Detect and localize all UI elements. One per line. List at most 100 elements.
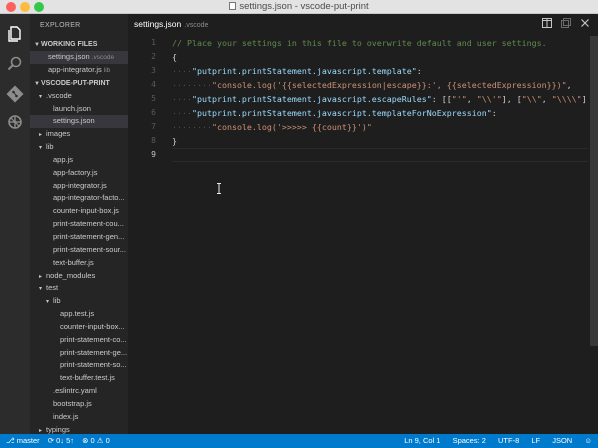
file-item[interactable]: print-statement-co...: [30, 334, 128, 347]
code-token-key: "putprint.printStatement.javascript.temp…: [191, 108, 492, 118]
chevron-right-icon: ▸: [39, 132, 43, 139]
code-token-punct: ,: [541, 94, 552, 104]
code-line[interactable]: }: [172, 134, 588, 148]
folder-item[interactable]: ▸ node_modules: [30, 270, 128, 283]
file-item[interactable]: bootstrap.js: [30, 398, 128, 411]
code-token-punct: : [[: [431, 94, 452, 104]
folder-item[interactable]: ▾ test: [30, 282, 128, 295]
code-line[interactable]: ····"putprint.printStatement.javascript.…: [172, 64, 588, 78]
tree-item-label: lib: [46, 142, 54, 152]
explorer-files-icon[interactable]: [5, 24, 25, 44]
sync-icon: ⟳: [47, 436, 57, 445]
code-line[interactable]: ····"putprint.printStatement.javascript.…: [172, 92, 588, 106]
window-title: settings.json - vscode-put-print: [0, 1, 598, 12]
folder-item[interactable]: ▸ images: [30, 128, 128, 141]
file-item[interactable]: app-integrator-facto...: [30, 192, 128, 205]
chevron-down-icon: ▾: [39, 286, 43, 293]
open-changes-icon[interactable]: [560, 18, 571, 28]
explorer-title: EXPLORER: [40, 22, 81, 29]
code-line[interactable]: [172, 148, 588, 162]
tree-item-label: .vscode: [46, 90, 72, 100]
editor-scrollbar[interactable]: [590, 36, 598, 346]
file-item[interactable]: print-statement-so...: [30, 359, 128, 372]
code-token-punct: {: [172, 52, 177, 62]
project-header[interactable]: ▼VSCODE-PUT-PRINT: [30, 77, 128, 90]
code-token-string: "\\": [521, 94, 542, 104]
file-item[interactable]: print-statement-cou...: [30, 218, 128, 231]
tree-item-label: print-statement-sour...: [53, 244, 126, 254]
file-item[interactable]: print-statement-gen...: [30, 231, 128, 244]
window-title-text: settings.json - vscode-put-print: [239, 1, 369, 12]
code-token-string: "\\'": [476, 94, 502, 104]
search-icon[interactable]: [5, 54, 25, 74]
tab-label: settings.json: [134, 19, 182, 29]
file-item[interactable]: index.js: [30, 411, 128, 424]
tree-item-label: text-buffer.js: [53, 257, 94, 267]
line-number: 3: [151, 66, 156, 75]
working-files-label: WORKING FILES: [41, 41, 98, 48]
chevron-right-icon: ▸: [39, 427, 43, 434]
file-item[interactable]: counter-input-box...: [30, 321, 128, 334]
tree-item-label: app-integrator.js: [53, 180, 107, 190]
eol-status[interactable]: LF: [531, 436, 540, 445]
editor-tab-bar: settings.json .vscode: [128, 14, 598, 36]
code-line[interactable]: ····"putprint.printStatement.javascript.…: [172, 106, 588, 120]
code-token-string: "'": [451, 94, 467, 104]
code-token-punct: ,: [566, 80, 572, 90]
debug-icon[interactable]: [5, 112, 25, 132]
folder-item[interactable]: ▾ lib: [30, 295, 128, 308]
chevron-down-icon: ▼: [34, 80, 40, 87]
folder-item[interactable]: ▸ typings: [30, 424, 128, 434]
file-item[interactable]: text-buffer.js: [30, 257, 128, 270]
explorer-sidebar: EXPLORER ▼WORKING FILES settings.json .vs…: [30, 14, 128, 434]
activity-bar: [0, 14, 30, 434]
file-item[interactable]: app-factory.js: [30, 167, 128, 180]
file-item[interactable]: print-statement-ge...: [30, 347, 128, 360]
sync-status[interactable]: ⟳ 0↓ 5↑: [48, 436, 74, 445]
status-bar: ⎇ master ⟳ 0↓ 5↑ ⊗ 0 ⚠ 0 Ln 9, Col 1 Spa…: [0, 434, 598, 448]
tree-item-label: app.test.js: [60, 309, 95, 319]
feedback-smiley-icon[interactable]: ☺: [584, 436, 592, 445]
working-files-header[interactable]: ▼WORKING FILES: [30, 38, 128, 51]
file-item[interactable]: text-buffer.test.js: [30, 372, 128, 385]
branch-status[interactable]: ⎇ master: [6, 436, 40, 445]
file-item[interactable]: app-integrator.js: [30, 180, 128, 193]
cursor-position[interactable]: Ln 9, Col 1: [404, 436, 440, 445]
code-line[interactable]: ········"console.log('{{selectedExpressi…: [172, 78, 588, 92]
line-number: 2: [151, 52, 156, 61]
working-file-item[interactable]: settings.json .vscode: [30, 51, 128, 64]
code-editor[interactable]: 1 2 3 4 5 6 7 8 9 // Place your settings in this…: [128, 36, 598, 434]
tree-item-label: node_modules: [46, 270, 96, 280]
tree-item-label: app-integrator-facto...: [53, 193, 125, 203]
encoding-status[interactable]: UTF-8: [498, 436, 519, 445]
code-line[interactable]: // Place your settings in this file to o…: [172, 36, 588, 50]
language-mode[interactable]: JSON: [552, 436, 572, 445]
code-token-key: "putprint.printStatement.javascript.esca…: [191, 94, 432, 104]
problems-status[interactable]: ⊗ 0 ⚠ 0: [82, 436, 110, 445]
tab-settings-json[interactable]: settings.json .vscode: [134, 19, 208, 29]
code-area[interactable]: // Place your settings in this file to o…: [172, 36, 588, 162]
folder-item[interactable]: ▾ .vscode: [30, 90, 128, 103]
file-item[interactable]: .eslintrc.yaml: [30, 385, 128, 398]
folder-item[interactable]: ▾ lib: [30, 141, 128, 154]
code-token-ws: ········: [172, 80, 212, 90]
file-item[interactable]: print-statement-sour...: [30, 244, 128, 257]
file-item[interactable]: app.js: [30, 154, 128, 167]
file-item[interactable]: counter-input-box.js: [30, 205, 128, 218]
chevron-right-icon: ▸: [39, 273, 43, 280]
file-item[interactable]: app.test.js: [30, 308, 128, 321]
code-token-ws: ········: [172, 122, 212, 132]
code-line[interactable]: ········"console.log('>>>>> {{count}}')": [172, 120, 588, 134]
file-item[interactable]: settings.json: [30, 115, 128, 129]
working-file-item[interactable]: app-integrator.js lib: [30, 64, 128, 77]
chevron-down-icon: ▾: [39, 93, 43, 100]
split-editor-icon[interactable]: [541, 18, 552, 28]
git-icon[interactable]: [5, 84, 25, 104]
file-item[interactable]: launch.json: [30, 103, 128, 116]
indentation-status[interactable]: Spaces: 2: [453, 436, 486, 445]
close-editor-icon[interactable]: [580, 18, 590, 28]
tree-item-label: print-statement-co...: [60, 334, 127, 344]
code-token-ws: ····: [172, 108, 192, 118]
git-branch-icon: ⎇: [6, 436, 17, 445]
code-line[interactable]: {: [172, 50, 588, 64]
